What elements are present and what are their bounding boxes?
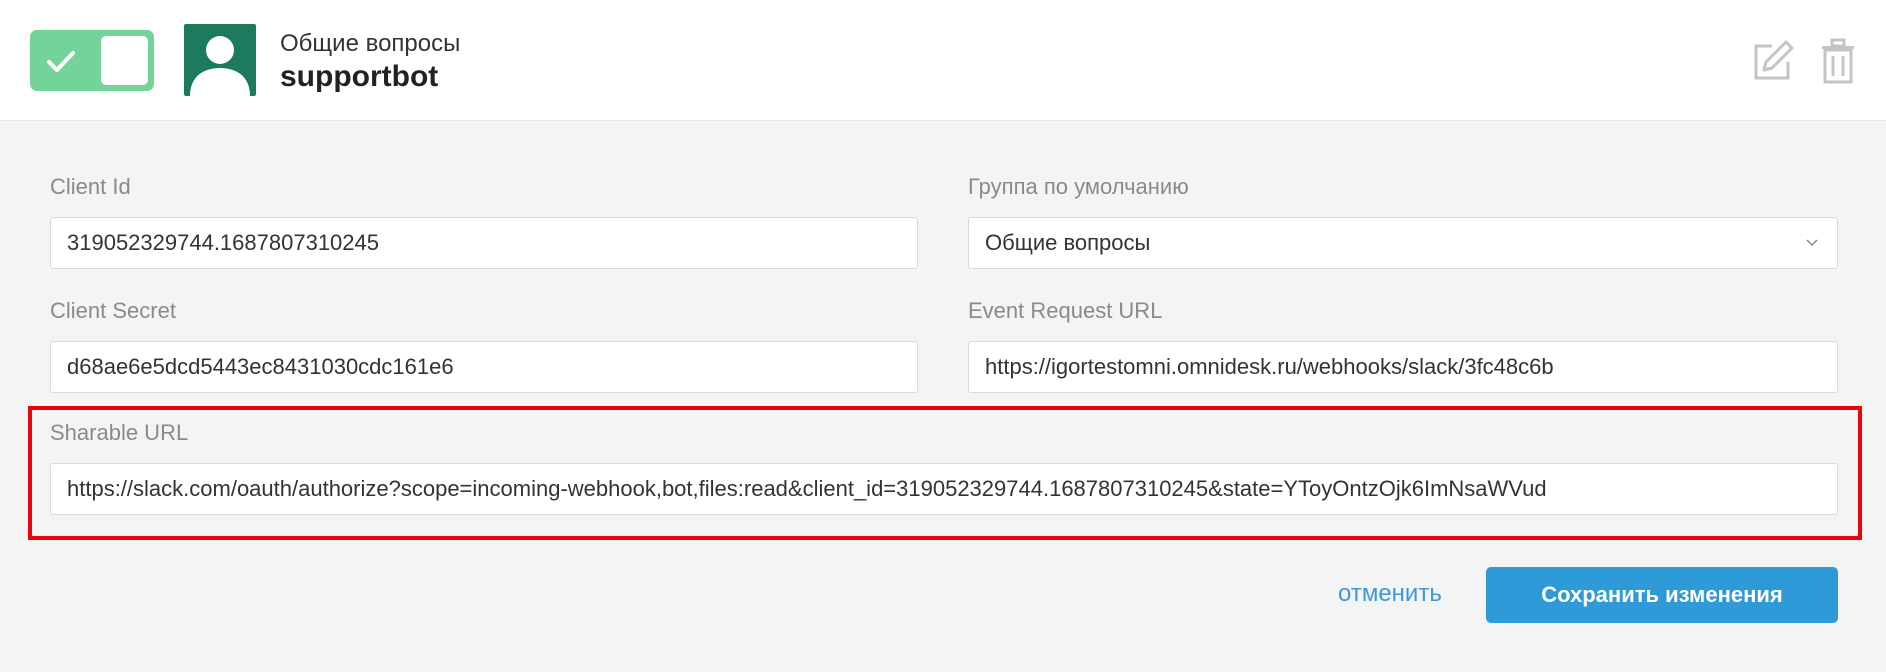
avatar [184, 24, 256, 96]
bot-name: supportbot [280, 60, 439, 93]
default-group-select[interactable]: Общие вопросы [968, 217, 1838, 269]
sharable-url-input[interactable]: https://slack.com/oauth/authorize?scope=… [50, 463, 1838, 515]
toggle-knob [101, 36, 148, 85]
enable-toggle[interactable] [30, 30, 154, 91]
edit-icon[interactable] [1750, 38, 1796, 84]
save-button[interactable]: Сохранить изменения [1486, 567, 1838, 623]
cancel-link[interactable]: отменить [1338, 580, 1442, 608]
event-request-url-input[interactable]: https://igortestomni.omnidesk.ru/webhook… [968, 341, 1838, 393]
group-name: Общие вопросы [280, 30, 461, 57]
client-secret-input[interactable]: d68ae6e5dcd5443ec8431030cdc161e6 [50, 341, 918, 393]
trash-icon[interactable] [1820, 38, 1856, 84]
client-secret-label: Client Secret [50, 298, 176, 323]
user-icon [190, 36, 250, 96]
bot-header: Общие вопросы supportbot [0, 0, 1886, 121]
check-icon [47, 51, 75, 72]
chevron-down-icon [1806, 239, 1818, 247]
default-group-label: Группа по умолчанию [968, 174, 1189, 199]
sharable-url-label: Sharable URL [50, 420, 189, 445]
client-id-input[interactable]: 319052329744.1687807310245 [50, 217, 918, 269]
client-id-label: Client Id [50, 174, 131, 199]
default-group-value: Общие вопросы [985, 230, 1151, 255]
event-request-url-label: Event Request URL [968, 298, 1163, 323]
